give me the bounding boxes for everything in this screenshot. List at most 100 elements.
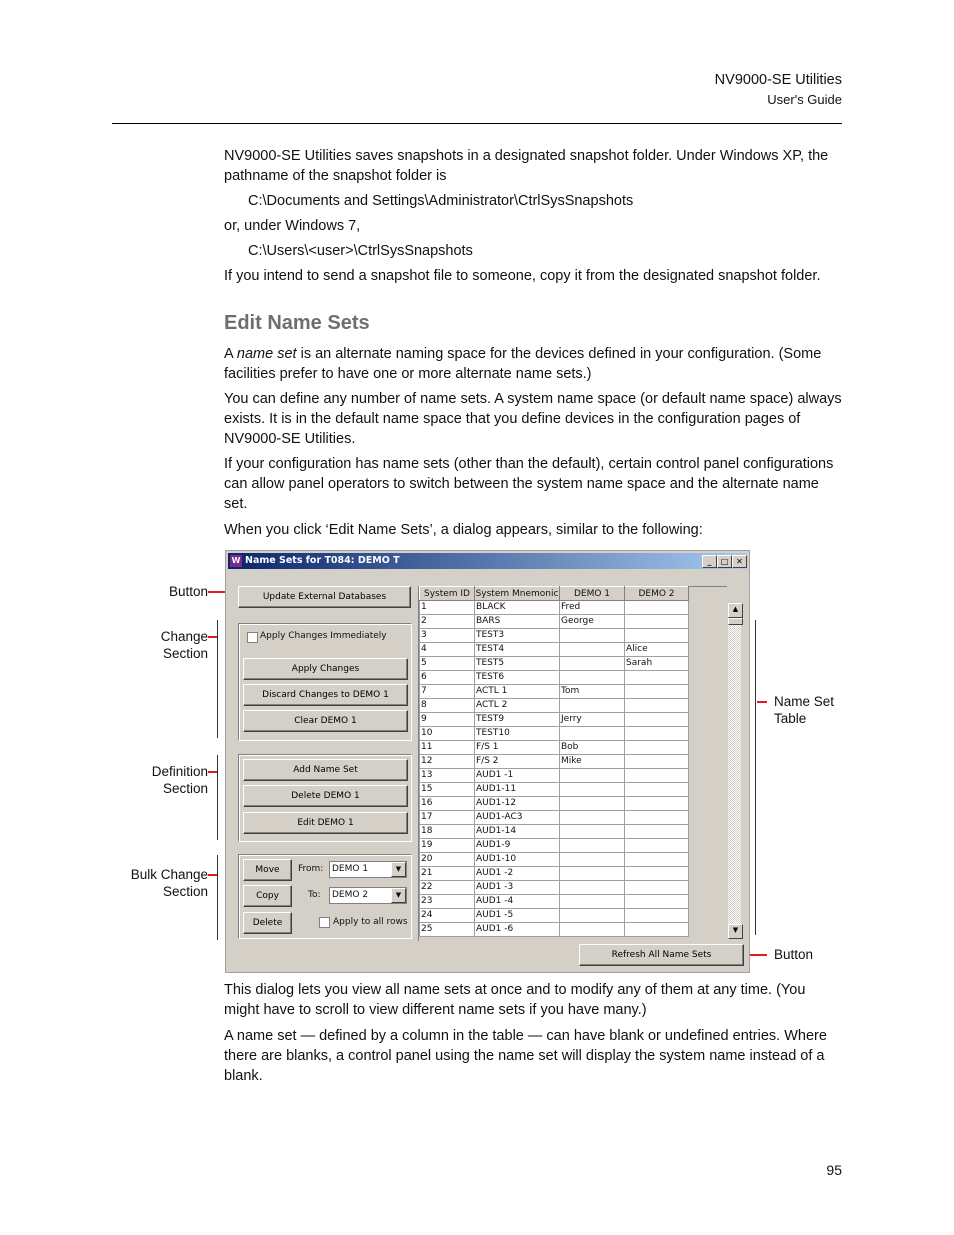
table-cell[interactable]: 25 <box>419 922 475 937</box>
delete-name-set-button[interactable]: Delete DEMO 1 <box>243 785 408 807</box>
name-set-table[interactable]: System ID System Mnemonic DEMO 1 DEMO 2 1 BL… <box>419 586 689 937</box>
table-cell[interactable] <box>559 852 625 867</box>
table-cell[interactable]: AUD1-9 <box>474 838 560 853</box>
table-cell[interactable] <box>624 628 689 643</box>
table-cell[interactable] <box>559 698 625 713</box>
table-cell[interactable]: TEST10 <box>474 726 560 741</box>
delete-button[interactable]: Delete <box>243 912 292 934</box>
table-cell[interactable] <box>559 628 625 643</box>
table-row[interactable]: 10 TEST10 <box>419 726 689 741</box>
table-cell[interactable]: AUD1-12 <box>474 796 560 811</box>
table-cell[interactable] <box>559 894 625 909</box>
column-header[interactable]: System ID <box>419 586 475 601</box>
table-cell[interactable]: 7 <box>419 684 475 699</box>
copy-button[interactable]: Copy <box>243 885 292 907</box>
table-cell[interactable]: Fred <box>559 600 625 615</box>
scroll-up-icon[interactable]: ▲ <box>728 603 743 618</box>
table-cell[interactable] <box>624 880 689 895</box>
table-cell[interactable]: 9 <box>419 712 475 727</box>
table-cell[interactable]: AUD1 -1 <box>474 768 560 783</box>
table-cell[interactable] <box>624 824 689 839</box>
table-row[interactable]: 25 AUD1 -6 <box>419 922 689 937</box>
table-cell[interactable]: George <box>559 614 625 629</box>
edit-name-set-button[interactable]: Edit DEMO 1 <box>243 812 408 834</box>
table-row[interactable]: 5 TEST5 Sarah <box>419 656 689 671</box>
table-cell[interactable]: 2 <box>419 614 475 629</box>
table-cell[interactable] <box>559 642 625 657</box>
table-cell[interactable]: AUD1-10 <box>474 852 560 867</box>
table-cell[interactable]: Jerry <box>559 712 625 727</box>
table-cell[interactable]: TEST4 <box>474 642 560 657</box>
table-cell[interactable]: 6 <box>419 670 475 685</box>
table-row[interactable]: 19 AUD1-9 <box>419 838 689 853</box>
table-cell[interactable] <box>559 838 625 853</box>
table-cell[interactable]: 23 <box>419 894 475 909</box>
table-cell[interactable]: F/S 1 <box>474 740 560 755</box>
table-cell[interactable] <box>624 614 689 629</box>
table-cell[interactable]: BLACK <box>474 600 560 615</box>
table-cell[interactable]: 19 <box>419 838 475 853</box>
table-cell[interactable] <box>559 922 625 937</box>
table-cell[interactable]: TEST3 <box>474 628 560 643</box>
vertical-scrollbar[interactable]: ▲ ▼ <box>728 603 743 939</box>
chevron-down-icon[interactable]: ▼ <box>391 862 406 877</box>
table-row[interactable]: 20 AUD1-10 <box>419 852 689 867</box>
table-cell[interactable]: 5 <box>419 656 475 671</box>
table-cell[interactable]: Bob <box>559 740 625 755</box>
table-cell[interactable]: AUD1 -5 <box>474 908 560 923</box>
table-cell[interactable]: 4 <box>419 642 475 657</box>
table-row[interactable]: 11 F/S 1 Bob <box>419 740 689 755</box>
table-cell[interactable]: 20 <box>419 852 475 867</box>
add-name-set-button[interactable]: Add Name Set <box>243 759 408 781</box>
table-cell[interactable] <box>624 866 689 881</box>
table-cell[interactable]: ACTL 1 <box>474 684 560 699</box>
table-cell[interactable] <box>559 782 625 797</box>
table-cell[interactable]: 3 <box>419 628 475 643</box>
table-cell[interactable]: 17 <box>419 810 475 825</box>
table-row[interactable]: 7 ACTL 1 Tom <box>419 684 689 699</box>
table-cell[interactable] <box>559 824 625 839</box>
column-header[interactable]: System Mnemonic <box>474 586 560 601</box>
table-row[interactable]: 9 TEST9 Jerry <box>419 712 689 727</box>
table-cell[interactable]: TEST6 <box>474 670 560 685</box>
table-cell[interactable] <box>559 810 625 825</box>
table-cell[interactable]: Tom <box>559 684 625 699</box>
table-cell[interactable]: 11 <box>419 740 475 755</box>
table-cell[interactable] <box>624 838 689 853</box>
table-cell[interactable] <box>624 782 689 797</box>
table-cell[interactable] <box>624 768 689 783</box>
table-row[interactable]: 1 BLACK Fred <box>419 600 689 615</box>
table-cell[interactable]: 21 <box>419 866 475 881</box>
table-cell[interactable]: Sarah <box>624 656 689 671</box>
table-cell[interactable]: 10 <box>419 726 475 741</box>
table-cell[interactable]: AUD1 -3 <box>474 880 560 895</box>
table-cell[interactable]: TEST5 <box>474 656 560 671</box>
apply-changes-button[interactable]: Apply Changes <box>243 658 408 680</box>
table-cell[interactable]: 15 <box>419 782 475 797</box>
chevron-down-icon[interactable]: ▼ <box>391 888 406 903</box>
table-cell[interactable]: AUD1-14 <box>474 824 560 839</box>
table-row[interactable]: 8 ACTL 2 <box>419 698 689 713</box>
move-button[interactable]: Move <box>243 859 292 881</box>
table-cell[interactable]: AUD1 -6 <box>474 922 560 937</box>
to-select[interactable]: DEMO 2 ▼ <box>329 887 407 904</box>
table-cell[interactable]: AUD1-AC3 <box>474 810 560 825</box>
table-cell[interactable] <box>624 712 689 727</box>
table-cell[interactable]: AUD1 -4 <box>474 894 560 909</box>
table-cell[interactable] <box>624 684 689 699</box>
table-cell[interactable]: Alice <box>624 642 689 657</box>
table-row[interactable]: 16 AUD1-12 <box>419 796 689 811</box>
apply-immediately-checkbox[interactable] <box>247 632 258 643</box>
update-external-databases-button[interactable]: Update External Databases <box>238 586 411 608</box>
table-cell[interactable]: 16 <box>419 796 475 811</box>
from-select[interactable]: DEMO 1 ▼ <box>329 861 407 878</box>
table-cell[interactable] <box>624 810 689 825</box>
table-cell[interactable] <box>559 670 625 685</box>
table-row[interactable]: 3 TEST3 <box>419 628 689 643</box>
table-cell[interactable] <box>559 866 625 881</box>
table-cell[interactable] <box>559 726 625 741</box>
table-cell[interactable] <box>559 880 625 895</box>
table-row[interactable]: 22 AUD1 -3 <box>419 880 689 895</box>
table-cell[interactable]: 22 <box>419 880 475 895</box>
table-row[interactable]: 17 AUD1-AC3 <box>419 810 689 825</box>
